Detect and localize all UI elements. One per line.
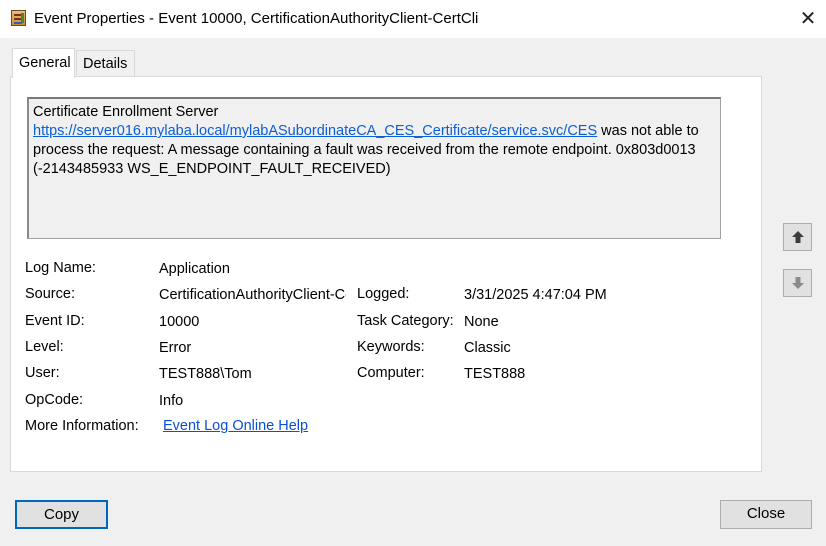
tab-details[interactable]: Details bbox=[76, 50, 135, 76]
description-line1: Certificate Enrollment Server bbox=[33, 104, 219, 120]
more-info-label: More Information: bbox=[25, 418, 139, 434]
next-event-button[interactable] bbox=[783, 269, 812, 297]
event-log-online-help-link[interactable]: Event Log Online Help bbox=[163, 418, 308, 434]
computer-value: TEST888 bbox=[464, 366, 526, 382]
logged-value: 3/31/2025 4:47:04 PM bbox=[464, 287, 607, 303]
copy-button[interactable]: Copy bbox=[15, 500, 108, 529]
event-viewer-icon bbox=[11, 10, 26, 26]
keywords-value: Classic bbox=[464, 340, 511, 356]
ces-url-link[interactable]: https://server016.mylaba.local/mylabASub… bbox=[33, 123, 597, 139]
close-button[interactable]: Close bbox=[720, 500, 812, 529]
keywords-label: Keywords: bbox=[357, 339, 425, 355]
user-value: TEST888\Tom bbox=[159, 366, 252, 382]
level-label: Level: bbox=[25, 339, 64, 355]
computer-label: Computer: bbox=[357, 365, 425, 381]
opcode-label: OpCode: bbox=[25, 392, 84, 408]
tab-general[interactable]: General bbox=[12, 48, 75, 78]
previous-event-button[interactable] bbox=[783, 223, 812, 251]
task-category-value: None bbox=[464, 314, 499, 330]
title-bar: Event Properties - Event 10000, Certific… bbox=[0, 0, 826, 38]
arrow-down-icon bbox=[792, 277, 804, 289]
logged-label: Logged: bbox=[357, 286, 410, 302]
arrow-up-icon bbox=[792, 231, 804, 243]
event-id-value: 10000 bbox=[159, 314, 200, 330]
task-category-label: Task Category: bbox=[357, 313, 454, 329]
source-label: Source: bbox=[25, 286, 75, 302]
event-id-label: Event ID: bbox=[25, 313, 85, 329]
close-window-button[interactable]: ✕ bbox=[792, 4, 824, 34]
log-name-value: Application bbox=[159, 261, 230, 277]
opcode-value: Info bbox=[159, 393, 184, 409]
level-value: Error bbox=[159, 340, 192, 356]
source-value: CertificationAuthorityClient-CertCli bbox=[159, 287, 346, 303]
event-description-box[interactable]: Certificate Enrollment Server https://se… bbox=[27, 97, 721, 239]
log-name-label: Log Name: bbox=[25, 260, 96, 276]
user-label: User: bbox=[25, 365, 60, 381]
window-title: Event Properties - Event 10000, Certific… bbox=[34, 10, 479, 27]
